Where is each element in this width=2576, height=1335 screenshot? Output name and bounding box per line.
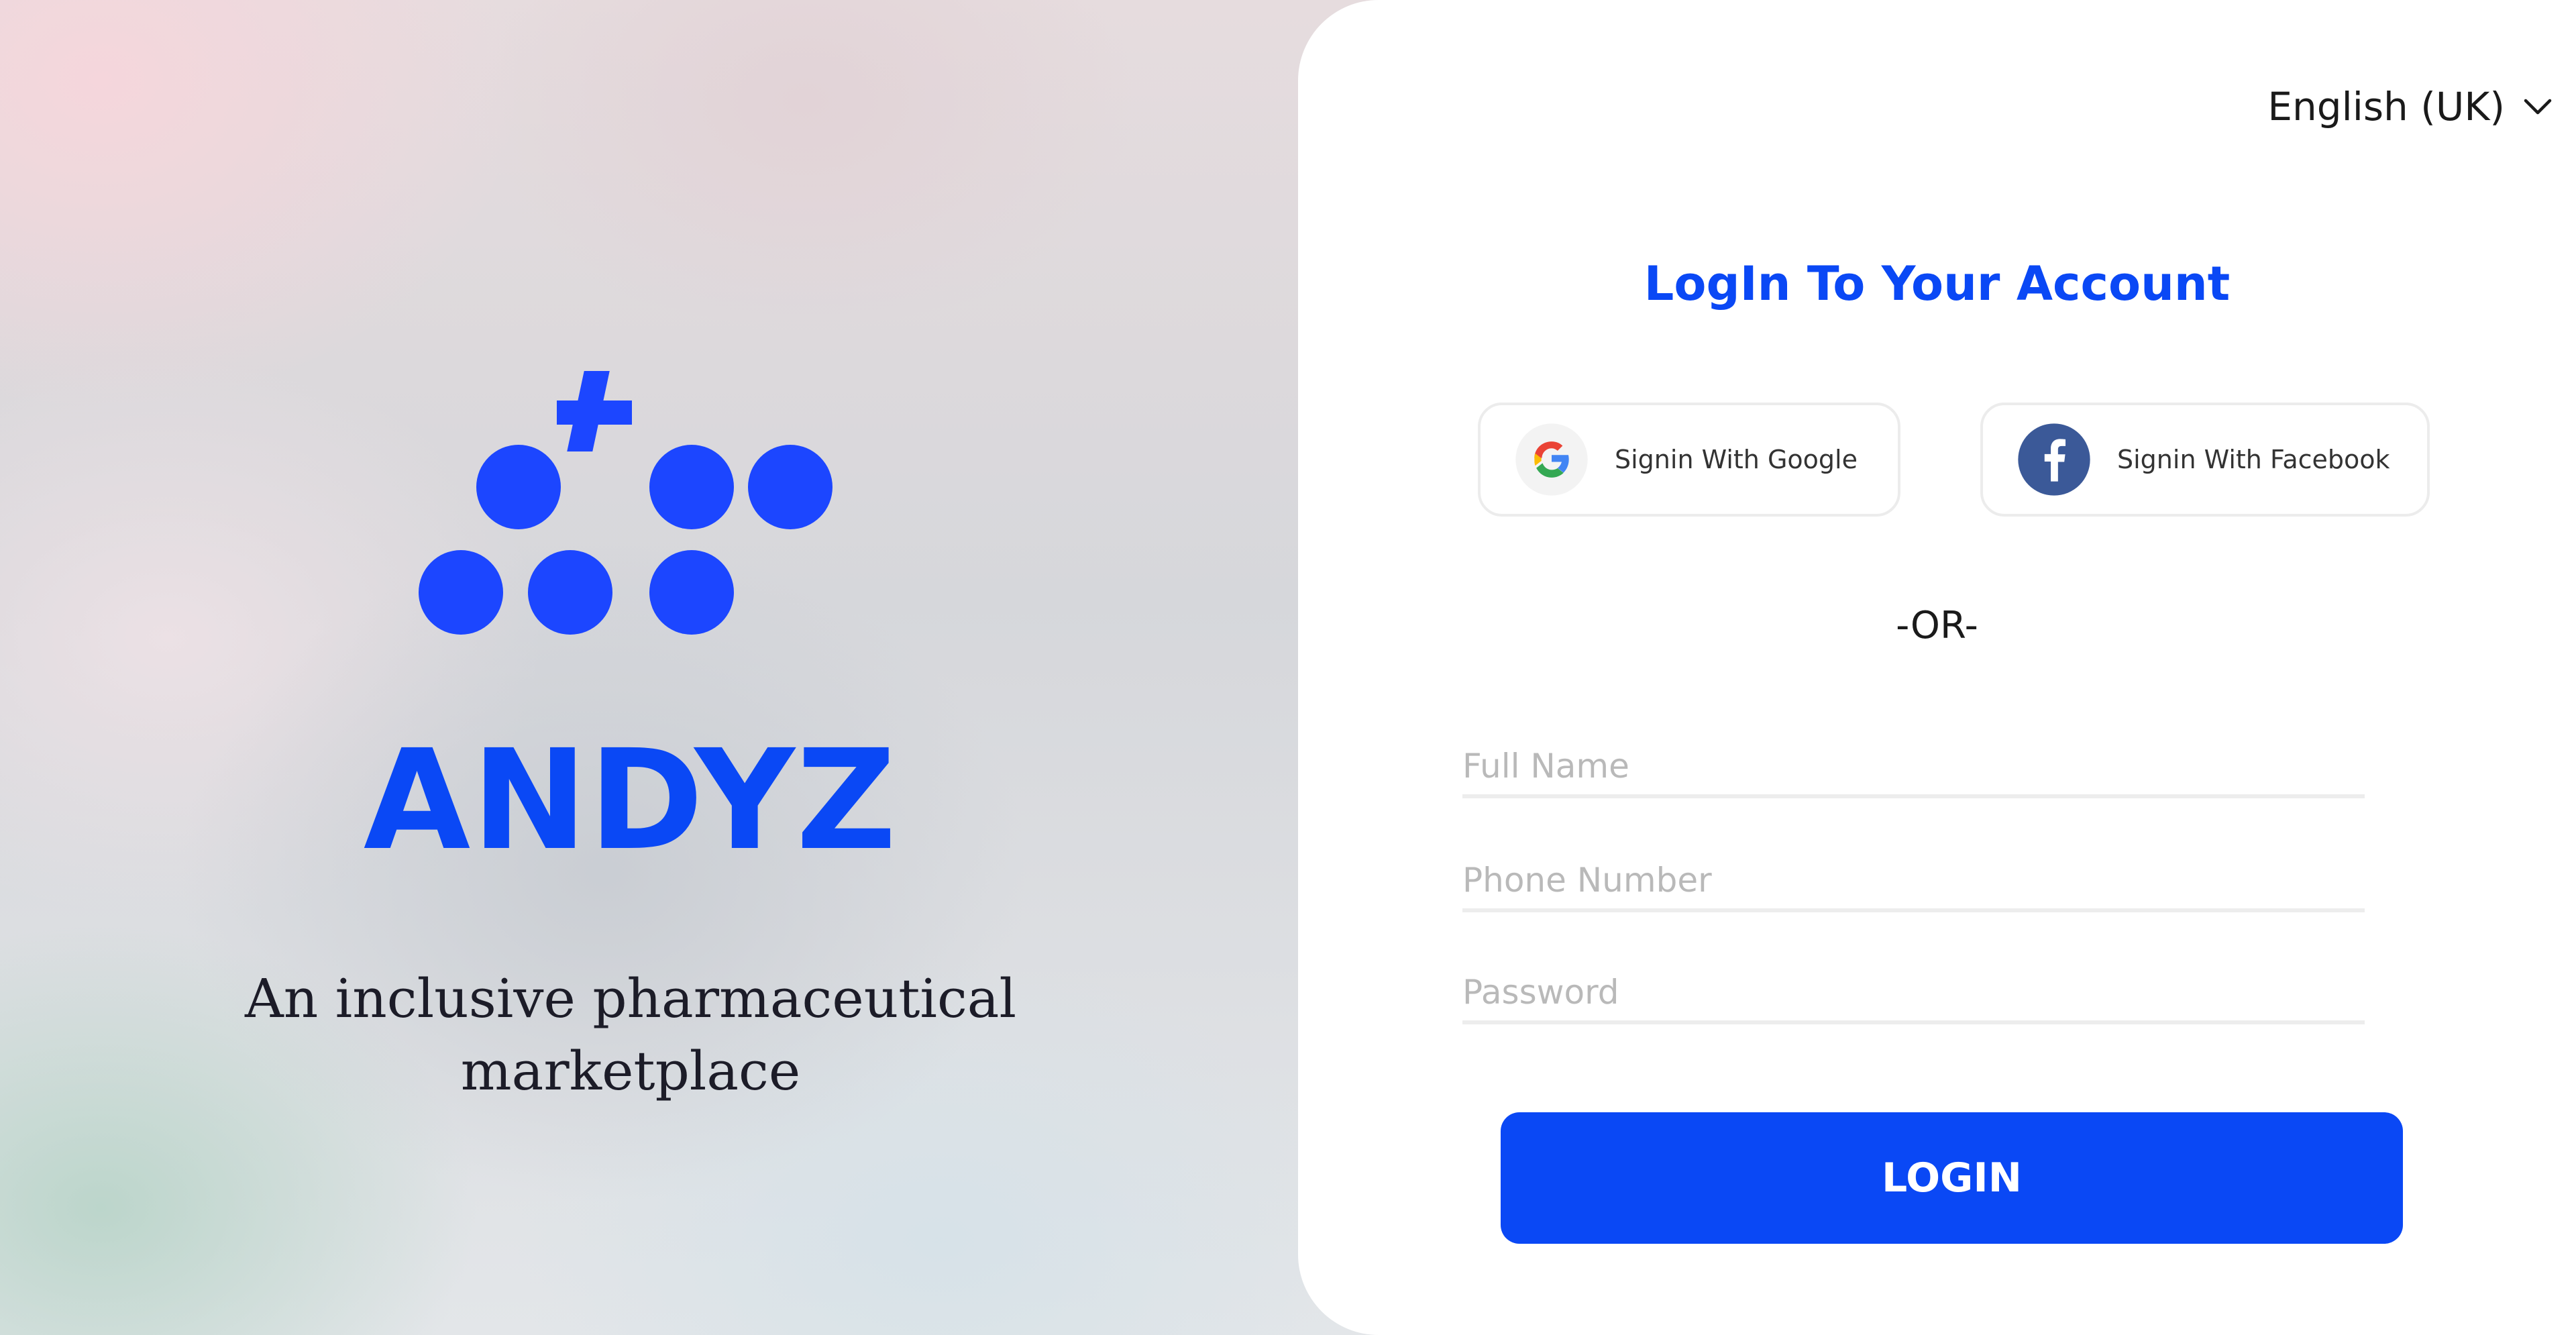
brand-name: ANDYZ	[363, 720, 898, 881]
logo-dot	[419, 550, 503, 635]
full-name-field[interactable]	[1462, 738, 2365, 798]
or-divider: -OR-	[1896, 604, 1978, 647]
facebook-signin-button[interactable]: Signin With Facebook	[1980, 403, 2430, 517]
logo-dot	[528, 550, 612, 635]
chevron-down-icon	[2524, 99, 2552, 115]
facebook-logo-icon	[2018, 423, 2090, 496]
logo-plus-horizontal	[557, 400, 632, 425]
brand-tagline: An inclusive pharmaceutical marketplace	[0, 963, 1261, 1108]
brand-panel: ANDYZ An inclusive pharmaceutical market…	[0, 0, 1261, 1335]
logo-dot	[476, 445, 561, 529]
login-page: ANDYZ An inclusive pharmaceutical market…	[0, 0, 2576, 1335]
andyz-logo-icon	[409, 366, 839, 635]
language-selector[interactable]: English (UK)	[2267, 84, 2556, 129]
google-signin-button[interactable]: Signin With Google	[1478, 403, 1900, 517]
logo-dot	[748, 445, 833, 529]
tagline-line-2: marketplace	[460, 1040, 801, 1102]
login-card: English (UK) LogIn To Your Account Signi…	[1298, 0, 2576, 1335]
language-label: English (UK)	[2267, 84, 2505, 129]
tagline-line-1: An inclusive pharmaceutical	[244, 967, 1017, 1030]
google-logo-icon	[1515, 423, 1588, 496]
login-button[interactable]: LOGIN	[1501, 1112, 2403, 1244]
facebook-signin-label: Signin With Facebook	[2117, 445, 2390, 474]
logo-dot	[649, 445, 734, 529]
login-title: LogIn To Your Account	[1644, 256, 2231, 311]
password-field[interactable]	[1462, 964, 2365, 1024]
phone-number-field[interactable]	[1462, 852, 2365, 912]
logo-dot	[649, 550, 734, 635]
google-signin-label: Signin With Google	[1615, 445, 1858, 474]
